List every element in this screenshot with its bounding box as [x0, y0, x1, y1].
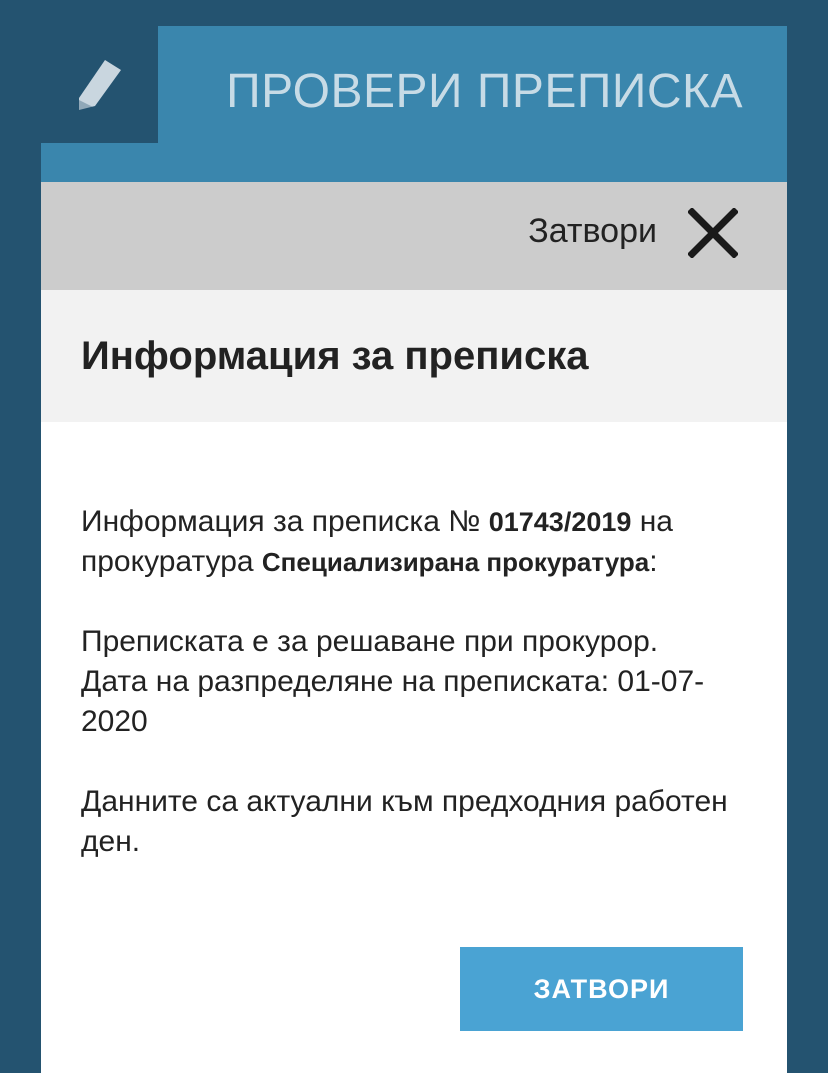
- status-paragraph: Преписката е за решаване при прокурор. Да…: [81, 622, 751, 742]
- data-note: Данните са актуални към предходния работ…: [81, 785, 728, 858]
- pencil-icon: [78, 60, 121, 111]
- prosecution-name: Специализирана прокуратура: [261, 547, 650, 577]
- edit-button[interactable]: [41, 26, 158, 143]
- info-dialog: Информация за преписка Информация за пре…: [41, 290, 787, 1073]
- intro-suffix: :: [649, 545, 658, 578]
- page-title: ПРОВЕРИ ПРЕПИСКА: [226, 65, 743, 118]
- case-number: 01743/2019: [488, 507, 632, 537]
- intro-paragraph: Информация за преписка № 01743/2019 на п…: [81, 502, 751, 582]
- dialog-title: Информация за преписка: [81, 334, 589, 378]
- close-button[interactable]: ЗАТВОРИ: [460, 947, 743, 1031]
- close-icon[interactable]: [688, 208, 738, 258]
- page-header: ПРОВЕРИ ПРЕПИСКА: [41, 26, 787, 182]
- date-label: Дата на разпределяне на преписката:: [81, 665, 610, 698]
- close-bar[interactable]: Затвори: [41, 182, 787, 290]
- status-line: Преписката е за решаване при прокурор.: [81, 625, 659, 658]
- intro-prefix: Информация за преписка №: [81, 505, 481, 538]
- dialog-header: Информация за преписка: [41, 290, 787, 422]
- close-label[interactable]: Затвори: [528, 212, 657, 251]
- dialog-body: Информация за преписка № 01743/2019 на п…: [81, 502, 751, 902]
